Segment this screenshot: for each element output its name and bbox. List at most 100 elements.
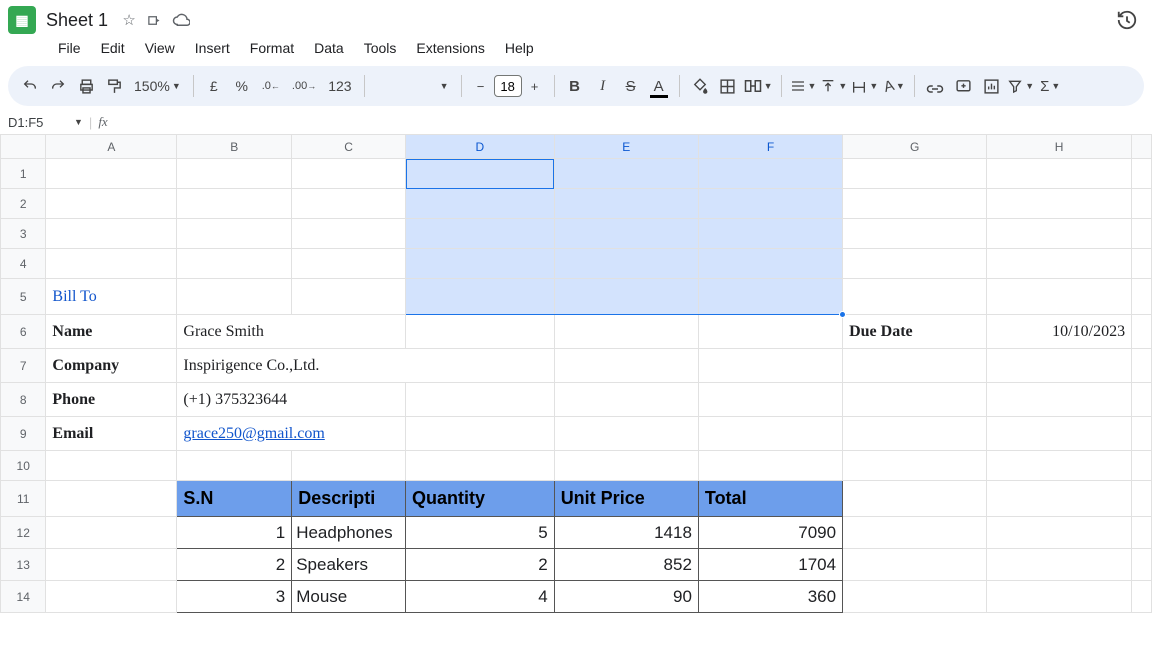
bold-button[interactable]: B bbox=[563, 72, 587, 100]
table-row[interactable]: Mouse bbox=[292, 581, 406, 613]
strikethrough-button[interactable]: S bbox=[619, 72, 643, 100]
increase-decimal-button[interactable]: .00→ bbox=[288, 72, 320, 100]
text-color-button[interactable]: A bbox=[647, 72, 671, 100]
table-row[interactable]: 3 bbox=[177, 581, 292, 613]
undo-button[interactable] bbox=[18, 72, 42, 100]
cloud-status-icon[interactable] bbox=[172, 13, 190, 27]
table-row[interactable]: 5 bbox=[406, 517, 555, 549]
menu-edit[interactable]: Edit bbox=[93, 36, 133, 60]
filter-button[interactable]: ▼ bbox=[1007, 72, 1034, 100]
table-row[interactable]: 2 bbox=[177, 549, 292, 581]
spreadsheet-grid[interactable]: A B C D E F G H 1 2 3 4 5 Bill To 6 Name… bbox=[0, 134, 1152, 613]
col-F[interactable]: F bbox=[698, 135, 842, 159]
document-title[interactable]: Sheet 1 bbox=[46, 10, 108, 31]
table-row[interactable]: 2 bbox=[406, 549, 555, 581]
vertical-align-button[interactable]: ▼ bbox=[820, 72, 847, 100]
insert-comment-button[interactable] bbox=[951, 72, 975, 100]
italic-button[interactable]: I bbox=[591, 72, 615, 100]
col-B[interactable]: B bbox=[177, 135, 292, 159]
table-row[interactable]: 90 bbox=[554, 581, 698, 613]
column-headers[interactable]: A B C D E F G H bbox=[1, 135, 1152, 159]
col-H[interactable]: H bbox=[987, 135, 1132, 159]
insert-chart-button[interactable] bbox=[979, 72, 1003, 100]
font-dropdown[interactable]: ▼ bbox=[373, 72, 453, 100]
text-rotation-button[interactable]: A▼ bbox=[882, 72, 906, 100]
cell-D1[interactable] bbox=[406, 159, 555, 189]
row-4[interactable]: 4 bbox=[1, 249, 46, 279]
table-row[interactable]: 4 bbox=[406, 581, 555, 613]
insert-link-button[interactable] bbox=[923, 72, 947, 100]
row-2[interactable]: 2 bbox=[1, 189, 46, 219]
row-11[interactable]: 11 bbox=[1, 481, 46, 517]
menu-format[interactable]: Format bbox=[242, 36, 302, 60]
email-link[interactable]: grace250@gmail.com bbox=[183, 425, 324, 442]
table-row[interactable]: 360 bbox=[698, 581, 842, 613]
row-13[interactable]: 13 bbox=[1, 549, 46, 581]
row-3[interactable]: 3 bbox=[1, 219, 46, 249]
decrease-decimal-button[interactable]: .0← bbox=[258, 72, 284, 100]
table-row[interactable]: 7090 bbox=[698, 517, 842, 549]
th-desc[interactable]: Descripti bbox=[292, 481, 406, 517]
col-A[interactable]: A bbox=[46, 135, 177, 159]
font-size-input[interactable] bbox=[494, 75, 522, 97]
move-icon[interactable] bbox=[146, 13, 164, 28]
th-total[interactable]: Total bbox=[698, 481, 842, 517]
table-row[interactable]: 1 bbox=[177, 517, 292, 549]
currency-button[interactable]: £ bbox=[202, 72, 226, 100]
row-6[interactable]: 6 bbox=[1, 315, 46, 349]
menu-view[interactable]: View bbox=[137, 36, 183, 60]
menu-help[interactable]: Help bbox=[497, 36, 542, 60]
value-phone[interactable]: (+1) 375323644 bbox=[177, 383, 406, 417]
print-button[interactable] bbox=[74, 72, 98, 100]
th-price[interactable]: Unit Price bbox=[554, 481, 698, 517]
menu-insert[interactable]: Insert bbox=[187, 36, 238, 60]
cell-bill-to[interactable]: Bill To bbox=[46, 279, 177, 315]
row-10[interactable]: 10 bbox=[1, 451, 46, 481]
text-wrap-button[interactable]: ▼ bbox=[851, 72, 878, 100]
name-box-dropdown-icon[interactable]: ▼ bbox=[74, 117, 83, 127]
row-5[interactable]: 5 bbox=[1, 279, 46, 315]
table-row[interactable]: Headphones bbox=[292, 517, 406, 549]
merge-cells-button[interactable]: ▼ bbox=[744, 72, 773, 100]
col-G[interactable]: G bbox=[843, 135, 987, 159]
value-company[interactable]: Inspirigence Co.,Ltd. bbox=[177, 349, 554, 383]
menu-tools[interactable]: Tools bbox=[356, 36, 405, 60]
select-all-corner[interactable] bbox=[1, 135, 46, 159]
table-row[interactable]: 1418 bbox=[554, 517, 698, 549]
zoom-dropdown[interactable]: 150%▼ bbox=[130, 72, 185, 100]
th-sn[interactable]: S.N bbox=[177, 481, 292, 517]
label-email[interactable]: Email bbox=[46, 417, 177, 451]
menu-file[interactable]: File bbox=[50, 36, 89, 60]
percent-button[interactable]: % bbox=[230, 72, 254, 100]
label-company[interactable]: Company bbox=[46, 349, 177, 383]
borders-button[interactable] bbox=[716, 72, 740, 100]
value-email[interactable]: grace250@gmail.com bbox=[177, 417, 406, 451]
label-due-date[interactable]: Due Date bbox=[843, 315, 987, 349]
row-14[interactable]: 14 bbox=[1, 581, 46, 613]
name-box[interactable]: D1:F5 bbox=[4, 115, 66, 130]
value-due-date[interactable]: 10/10/2023 bbox=[987, 315, 1132, 349]
font-size-minus[interactable]: − bbox=[470, 79, 492, 94]
col-D[interactable]: D bbox=[406, 135, 555, 159]
row-7[interactable]: 7 bbox=[1, 349, 46, 383]
table-row[interactable]: 852 bbox=[554, 549, 698, 581]
col-C[interactable]: C bbox=[292, 135, 406, 159]
functions-button[interactable]: Σ▼ bbox=[1038, 72, 1062, 100]
star-icon[interactable]: ☆ bbox=[120, 11, 138, 29]
paint-format-button[interactable] bbox=[102, 72, 126, 100]
label-name[interactable]: Name bbox=[46, 315, 177, 349]
value-name[interactable]: Grace Smith bbox=[177, 315, 406, 349]
row-8[interactable]: 8 bbox=[1, 383, 46, 417]
row-12[interactable]: 12 bbox=[1, 517, 46, 549]
history-icon[interactable] bbox=[1116, 9, 1138, 31]
row-1[interactable]: 1 bbox=[1, 159, 46, 189]
th-qty[interactable]: Quantity bbox=[406, 481, 555, 517]
menu-extensions[interactable]: Extensions bbox=[408, 36, 492, 60]
menu-data[interactable]: Data bbox=[306, 36, 352, 60]
table-row[interactable]: 1704 bbox=[698, 549, 842, 581]
font-size-plus[interactable]: + bbox=[524, 79, 546, 94]
label-phone[interactable]: Phone bbox=[46, 383, 177, 417]
row-9[interactable]: 9 bbox=[1, 417, 46, 451]
fill-color-button[interactable] bbox=[688, 72, 712, 100]
col-E[interactable]: E bbox=[554, 135, 698, 159]
